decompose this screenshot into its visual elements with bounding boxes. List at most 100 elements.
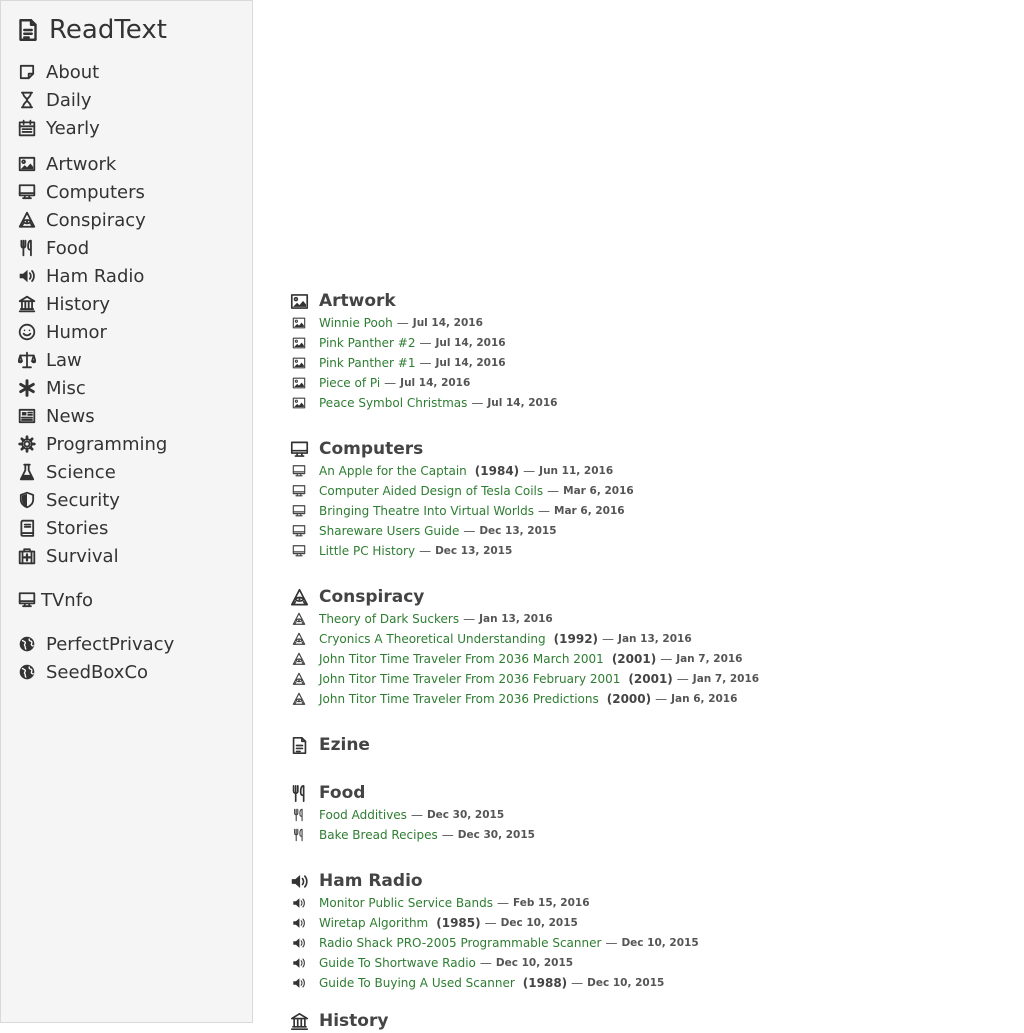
sidebar-item-label: PerfectPrivacy [46,634,174,655]
article-link[interactable]: Guide To Buying A Used Scanner [319,976,515,990]
sidebar-item-food[interactable]: Food [17,236,89,260]
image-icon [288,376,310,390]
sidebar-item-about[interactable]: About [17,60,99,84]
sticky-note-icon [17,63,37,81]
article-link[interactable]: Wiretap Algorithm [319,916,428,930]
article-link[interactable]: Bake Bread Recipes [319,828,438,842]
sidebar-item-label: Food [46,238,89,259]
image-icon [288,316,310,330]
article-date: Jan 13, 2016 [618,633,692,645]
sidebar-item-humor[interactable]: Humor [17,320,107,344]
globe-icon [17,663,37,681]
article-link[interactable]: Cryonics A Theoretical Understanding [319,632,546,646]
sidebar-item-stories[interactable]: Stories [17,516,108,540]
globe-icon [17,635,37,653]
sidebar-item-tvnfo[interactable]: TVnfo [17,588,93,612]
sidebar-item-label: Yearly [46,118,100,139]
list-item: John Titor Time Traveler From 2036 Predi… [288,689,1008,709]
section-title: Food [319,783,365,803]
sidebar-item-daily[interactable]: Daily [17,88,92,112]
image-icon [288,396,310,410]
sidebar-item-perfectprivacy[interactable]: PerfectPrivacy [17,632,174,656]
list-item: John Titor Time Traveler From 2036 March… [288,649,1008,669]
sidebar-item-ham-radio[interactable]: Ham Radio [17,264,144,288]
article-link[interactable]: Little PC History [319,544,415,558]
article-link[interactable]: Monitor Public Service Bands [319,896,493,910]
section-title: History [319,1011,388,1031]
sidebar-item-programming[interactable]: Programming [17,432,167,456]
main-content: Artwork Winnie Pooh—Jul 14, 2016 Pink Pa… [255,0,1024,1024]
article-link[interactable]: John Titor Time Traveler From 2036 Predi… [319,692,599,706]
article-date: Dec 13, 2015 [479,525,556,537]
section-title: Ezine [319,735,370,755]
list-item: Bringing Theatre Into Virtual Worlds—Mar… [288,501,1008,521]
sidebar-item-label: Science [46,462,116,483]
sidebar: ReadText About Daily Yearly Artwork Comp… [0,0,253,1023]
sidebar-item-law[interactable]: Law [17,348,82,372]
image-icon [17,155,37,173]
list-item: Theory of Dark Suckers—Jan 13, 2016 [288,609,1008,629]
article-date: Jan 7, 2016 [676,653,742,665]
section-heading: Artwork [288,289,1008,313]
eye-pyramid-icon [288,632,310,646]
article-link[interactable]: Theory of Dark Suckers [319,612,459,626]
section-heading: Conspiracy [288,585,1008,609]
article-year: (2000) [607,692,651,706]
list-item: Radio Shack PRO-2005 Programmable Scanne… [288,933,1008,953]
sidebar-item-science[interactable]: Science [17,460,116,484]
section-heading: Ezine [288,733,1008,757]
article-date: Dec 10, 2015 [496,957,573,969]
sidebar-item-label: About [46,62,99,83]
image-icon [288,336,310,350]
calendar-icon [17,119,37,137]
article-link[interactable]: Piece of Pi [319,376,380,390]
sidebar-item-security[interactable]: Security [17,488,120,512]
article-link[interactable]: Shareware Users Guide [319,524,459,538]
article-link[interactable]: John Titor Time Traveler From 2036 Febru… [319,672,620,686]
sidebar-item-misc[interactable]: Misc [17,376,86,400]
desktop-icon [17,591,37,609]
cutlery-icon [288,808,310,822]
article-date: Jan 6, 2016 [671,693,737,705]
article-link[interactable]: Pink Panther #1 [319,356,415,370]
sidebar-item-news[interactable]: News [17,404,95,428]
article-link[interactable]: An Apple for the Captain [319,464,467,478]
section-title: Conspiracy [319,587,424,607]
list-item: Monitor Public Service Bands—Feb 15, 201… [288,893,1008,913]
sidebar-item-label: Artwork [46,154,116,175]
article-link[interactable]: Peace Symbol Christmas [319,396,467,410]
sidebar-item-history[interactable]: History [17,292,110,316]
section-heading: Ham Radio [288,869,1008,893]
sidebar-item-artwork[interactable]: Artwork [17,152,116,176]
section-ezine: Ezine [288,733,1008,757]
sidebar-item-conspiracy[interactable]: Conspiracy [17,208,146,232]
sidebar-item-label: News [46,406,95,427]
sidebar-item-survival[interactable]: Survival [17,544,119,568]
gear-icon [17,435,37,453]
bank-icon [17,295,37,313]
section-history: History [288,1009,1008,1033]
article-link[interactable]: Radio Shack PRO-2005 Programmable Scanne… [319,936,601,950]
article-link[interactable]: Guide To Shortwave Radio [319,956,476,970]
sidebar-item-computers[interactable]: Computers [17,180,145,204]
eye-pyramid-icon [288,672,310,686]
article-link[interactable]: Food Additives [319,808,407,822]
sidebar-item-seedboxco[interactable]: SeedBoxCo [17,660,148,684]
speaker-icon [288,896,310,910]
article-date: Feb 15, 2016 [513,897,590,909]
article-link[interactable]: Bringing Theatre Into Virtual Worlds [319,504,534,518]
sidebar-item-yearly[interactable]: Yearly [17,116,100,140]
brand[interactable]: ReadText [15,13,167,47]
sidebar-item-label: Conspiracy [46,210,146,231]
speaker-icon [288,872,310,891]
eye-pyramid-icon [17,211,37,229]
article-link[interactable]: Computer Aided Design of Tesla Coils [319,484,543,498]
article-link[interactable]: Winnie Pooh [319,316,393,330]
article-link[interactable]: Pink Panther #2 [319,336,415,350]
sidebar-item-label: Daily [46,90,92,111]
article-link[interactable]: John Titor Time Traveler From 2036 March… [319,652,604,666]
book-icon [17,519,37,537]
article-year: (2001) [612,652,656,666]
list-item: Shareware Users Guide—Dec 13, 2015 [288,521,1008,541]
sidebar-item-label: TVnfo [41,590,93,611]
